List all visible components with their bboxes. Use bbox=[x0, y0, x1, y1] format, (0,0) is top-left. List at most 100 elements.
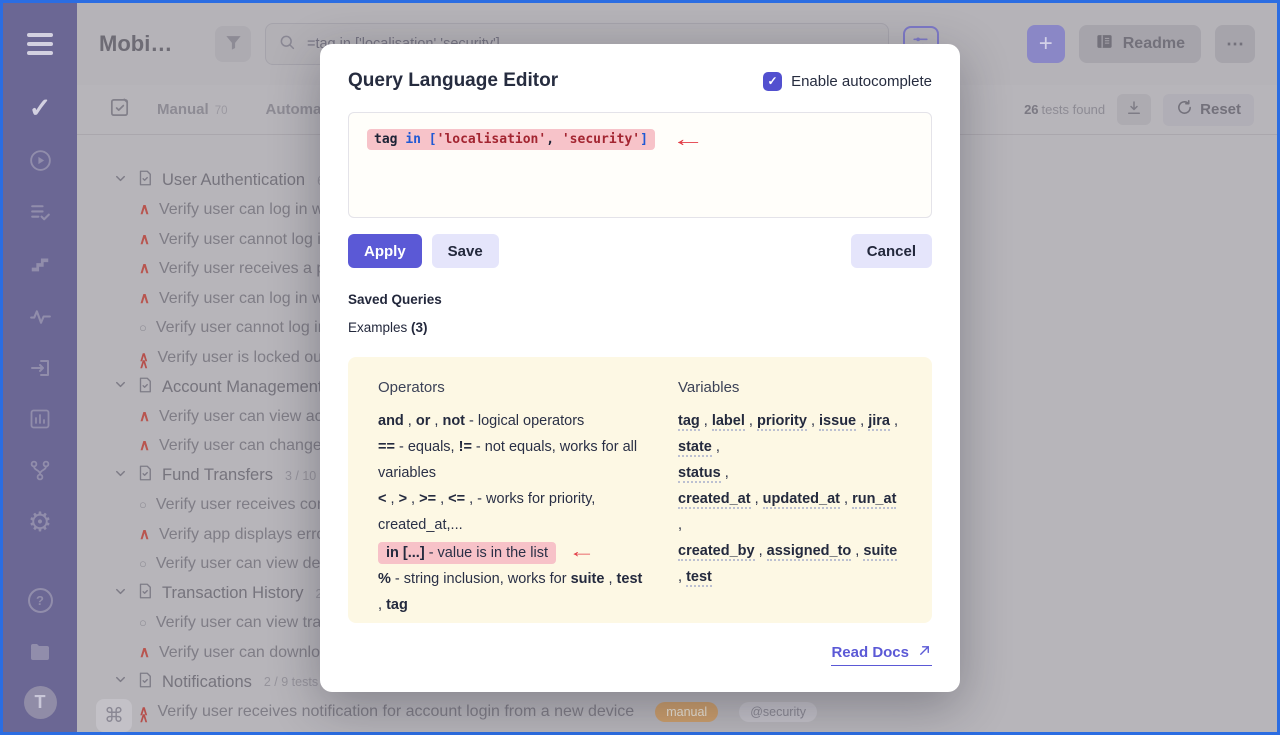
more-options-button[interactable]: ⋯ bbox=[1215, 25, 1255, 63]
test-label: Verify user can log in with bbox=[159, 290, 340, 308]
test-label: Verify user receives confi bbox=[156, 496, 334, 514]
operators-title: Operators bbox=[378, 375, 650, 401]
query-code-editor[interactable]: tag in ['localisation', 'security'] ← bbox=[348, 112, 932, 218]
chevron-down-icon[interactable] bbox=[113, 171, 128, 191]
check-icon[interactable]: ✓ bbox=[3, 91, 77, 125]
command-shortcut-button[interactable]: ⌘ bbox=[96, 699, 132, 732]
priority-high-caret-icon: ∧ bbox=[139, 260, 150, 278]
suite-doc-icon bbox=[136, 169, 154, 192]
menu-icon[interactable] bbox=[3, 27, 77, 61]
suite-doc-icon bbox=[136, 582, 154, 605]
read-docs-label: Read Docs bbox=[831, 644, 909, 661]
suite-count: 2 / 9 tests bbox=[264, 675, 318, 689]
variables-title: Variables bbox=[678, 375, 902, 401]
chevron-down-icon[interactable] bbox=[113, 584, 128, 604]
examples-section[interactable]: Examples (3) bbox=[348, 320, 932, 335]
variable-line: tag , label , priority , issue , jira , … bbox=[678, 408, 902, 486]
chevron-down-icon[interactable] bbox=[113, 672, 128, 692]
status-circle-icon: ○ bbox=[139, 496, 147, 514]
suite-label: Account Management bbox=[162, 378, 323, 397]
suite-label: Notifications bbox=[162, 673, 252, 692]
chevron-down-icon[interactable] bbox=[113, 466, 128, 486]
project-title: Mobi… bbox=[99, 31, 215, 57]
query-editor-modal: Query Language Editor ✓ Enable autocompl… bbox=[320, 44, 960, 692]
suite-label: User Authentication bbox=[162, 171, 305, 190]
folder-icon[interactable] bbox=[3, 635, 77, 669]
suite-label: Transaction History bbox=[162, 584, 304, 603]
results-count: 26tests found bbox=[1024, 102, 1105, 117]
operator-line: and , or , not - logical operators bbox=[378, 408, 650, 434]
suite-doc-icon bbox=[136, 671, 154, 694]
annotation-arrow-left-icon: ← bbox=[671, 126, 705, 152]
exit-icon[interactable] bbox=[3, 351, 77, 385]
app-window: ✓⚙?T Mobi… + Readme ⋯ Manual70Automated6… bbox=[3, 3, 1277, 732]
checkbox-checked-icon[interactable]: ✓ bbox=[763, 72, 782, 91]
reset-label: Reset bbox=[1200, 101, 1241, 118]
read-docs-row: Read Docs bbox=[348, 643, 932, 666]
play-circle-icon[interactable] bbox=[3, 143, 77, 177]
funnel-icon bbox=[224, 33, 243, 55]
priority-highest-caret-icon: ∧∧ bbox=[139, 348, 149, 367]
test-label: Verify user is locked out a bbox=[158, 349, 340, 367]
operators-column: Operators and , or , not - logical opera… bbox=[378, 375, 650, 618]
readme-button[interactable]: Readme bbox=[1079, 25, 1201, 63]
priority-high-caret-icon: ∧ bbox=[139, 526, 150, 544]
suite-doc-icon bbox=[136, 376, 154, 399]
list-check-icon[interactable] bbox=[3, 195, 77, 229]
logo-icon[interactable]: T bbox=[3, 685, 77, 719]
tab-manual[interactable]: Manual70 bbox=[157, 101, 227, 118]
gear-icon[interactable]: ⚙ bbox=[3, 505, 77, 539]
badge-security: @security bbox=[739, 702, 817, 722]
examples-count: (3) bbox=[411, 320, 428, 335]
chevron-down-icon[interactable] bbox=[113, 377, 128, 397]
toolbar-right: 26tests found Reset bbox=[1024, 94, 1254, 126]
operator-line: < , > , >= , <= , - works for priority, … bbox=[378, 486, 650, 538]
status-circle-icon: ○ bbox=[139, 319, 147, 337]
priority-high-caret-icon: ∧ bbox=[139, 290, 150, 308]
operator-line: in [...] - value is in the list← bbox=[378, 538, 650, 566]
query-code-highlight: tag in ['localisation', 'security'] bbox=[367, 129, 655, 150]
priority-highest-caret-icon: ∧∧ bbox=[139, 702, 149, 721]
apply-button[interactable]: Apply bbox=[348, 234, 422, 268]
syntax-help-panel: Operators and , or , not - logical opera… bbox=[348, 357, 932, 623]
variable-line: created_at , updated_at , run_at ,create… bbox=[678, 486, 902, 590]
test-label: Verify user can view trans bbox=[156, 614, 338, 632]
priority-high-caret-icon: ∧ bbox=[139, 201, 150, 219]
query-code-line: tag in ['localisation', 'security'] ← bbox=[367, 126, 913, 152]
autocomplete-label: Enable autocomplete bbox=[791, 73, 932, 90]
reset-button[interactable]: Reset bbox=[1163, 94, 1254, 126]
status-circle-icon: ○ bbox=[139, 555, 147, 573]
refresh-icon bbox=[1176, 99, 1193, 120]
priority-high-caret-icon: ∧ bbox=[139, 231, 150, 249]
suite-label: Fund Transfers bbox=[162, 466, 273, 485]
download-button[interactable] bbox=[1117, 94, 1151, 125]
bar-chart-icon[interactable] bbox=[3, 402, 77, 436]
add-button[interactable]: + bbox=[1027, 25, 1065, 63]
test-label: Verify user cannot log in w bbox=[159, 231, 346, 249]
command-icon: ⌘ bbox=[104, 703, 124, 728]
arrow-up-right-icon bbox=[917, 643, 932, 662]
test-label: Verify user can log in with bbox=[159, 201, 340, 219]
saved-queries-section[interactable]: Saved Queries bbox=[348, 292, 932, 307]
badge-manual: manual bbox=[655, 702, 718, 722]
annotation-arrow-left-icon: ← bbox=[568, 538, 596, 564]
filter-button[interactable] bbox=[215, 26, 251, 62]
save-button[interactable]: Save bbox=[432, 234, 499, 268]
modal-title: Query Language Editor bbox=[348, 70, 558, 92]
download-icon bbox=[1125, 99, 1143, 120]
test-label: Verify user receives a pas bbox=[159, 260, 342, 278]
status-circle-icon: ○ bbox=[139, 614, 147, 632]
variables-column: Variables tag , label , priority , issue… bbox=[678, 375, 902, 618]
git-branch-icon[interactable] bbox=[3, 453, 77, 487]
test-row[interactable]: ∧∧Verify user receives notification for … bbox=[113, 697, 1277, 727]
modal-header: Query Language Editor ✓ Enable autocompl… bbox=[348, 70, 932, 92]
operator-line: % - string inclusion, works for suite , … bbox=[378, 566, 650, 618]
priority-high-caret-icon: ∧ bbox=[139, 408, 150, 426]
examples-label: Examples bbox=[348, 320, 407, 335]
activity-icon[interactable] bbox=[3, 299, 77, 333]
read-docs-link[interactable]: Read Docs bbox=[831, 643, 932, 666]
autocomplete-toggle[interactable]: ✓ Enable autocomplete bbox=[763, 72, 932, 91]
cancel-button[interactable]: Cancel bbox=[851, 234, 932, 268]
steps-icon[interactable] bbox=[3, 247, 77, 281]
help-icon[interactable]: ? bbox=[3, 583, 77, 617]
